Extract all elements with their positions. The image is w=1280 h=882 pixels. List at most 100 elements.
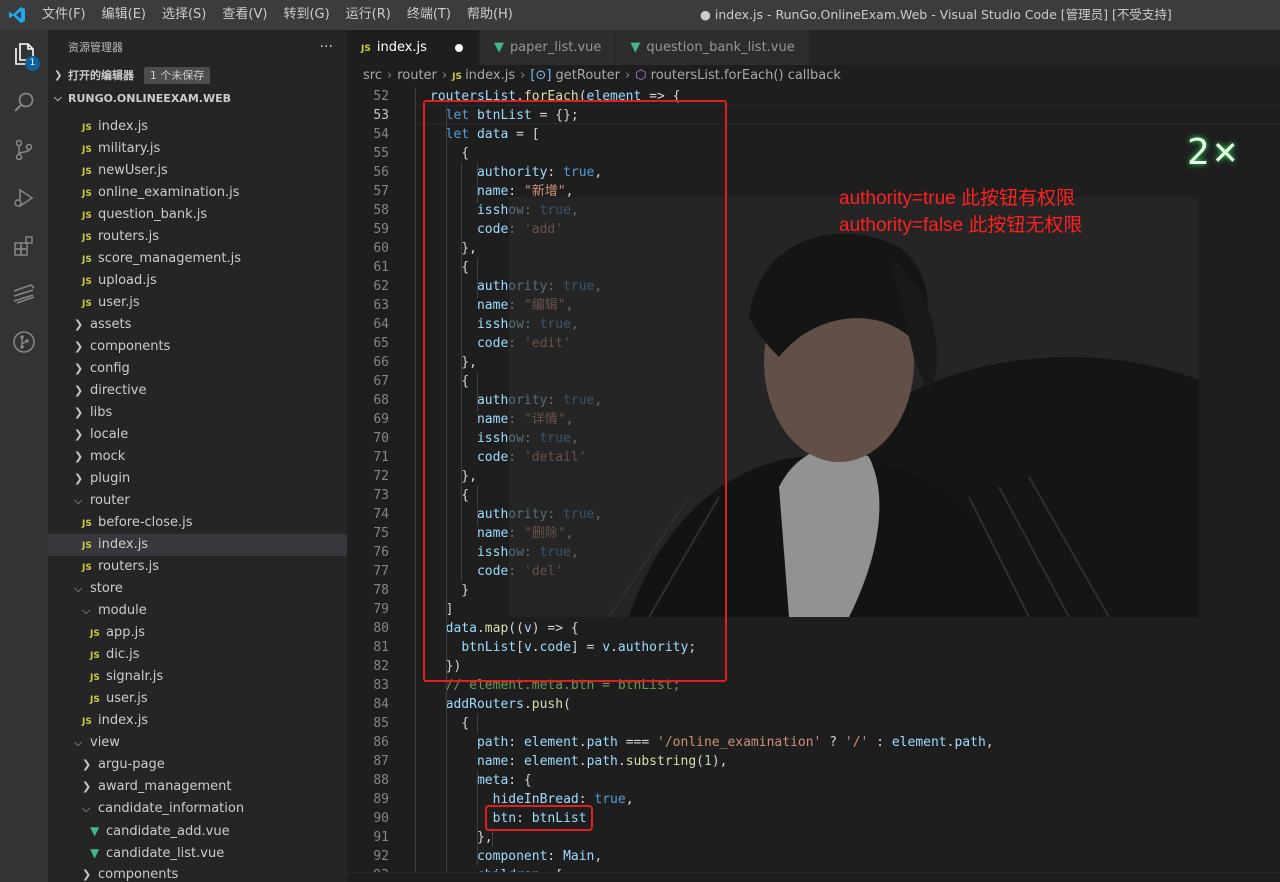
- chevron-right-icon: ›: [441, 68, 448, 83]
- tree-folder[interactable]: ⌵ candidate_information: [48, 798, 347, 820]
- tree-folder[interactable]: ❯ directive: [48, 380, 347, 402]
- indent-guide: [477, 771, 478, 866]
- breadcrumb-item[interactable]: router: [397, 68, 437, 83]
- js-file-icon: JS: [82, 277, 92, 287]
- line-number: 64: [373, 317, 389, 332]
- vue-file-icon: ▼: [630, 40, 641, 55]
- js-file-icon: JS: [82, 167, 92, 177]
- tree-file[interactable]: JS online_examination.js: [48, 182, 347, 204]
- js-file-icon: JS: [82, 717, 92, 727]
- chevron-right-icon: ›: [386, 68, 393, 83]
- tree-item-label: components: [90, 339, 171, 354]
- tree-folder[interactable]: ⌵ view: [48, 732, 347, 754]
- tree-folder[interactable]: ⌵ router: [48, 490, 347, 512]
- menu-item-7[interactable]: 帮助(H): [459, 0, 521, 30]
- tree-item-label: newUser.js: [98, 163, 168, 178]
- tree-item-label: award_management: [98, 779, 232, 794]
- tree-item-label: store: [90, 581, 123, 596]
- tree-folder[interactable]: ❯ config: [48, 358, 347, 380]
- remote-icon[interactable]: [0, 270, 48, 318]
- tree-folder[interactable]: ⌵ store: [48, 578, 347, 600]
- tree-file[interactable]: JS newUser.js: [48, 160, 347, 182]
- run-debug-icon[interactable]: [0, 174, 48, 222]
- source-control-icon[interactable]: [0, 126, 48, 174]
- menu-item-4[interactable]: 转到(G): [275, 0, 337, 30]
- tree-file[interactable]: JS before-close.js: [48, 512, 347, 534]
- tree-folder[interactable]: ⌵ module: [48, 600, 347, 622]
- tab-label: index.js: [376, 40, 427, 55]
- git-graph-icon[interactable]: [0, 318, 48, 366]
- tree-file[interactable]: JS signalr.js: [48, 666, 347, 688]
- menu-item-1[interactable]: 编辑(E): [94, 0, 154, 30]
- tree-file[interactable]: JS dic.js: [48, 644, 347, 666]
- tree-folder[interactable]: ❯ award_management: [48, 776, 347, 798]
- vue-file-icon: ▼: [90, 824, 100, 838]
- js-file-icon: JS: [82, 299, 92, 309]
- menu-item-6[interactable]: 终端(T): [399, 0, 459, 30]
- zoom-overlay: 2✕: [1187, 132, 1239, 173]
- tree-item-label: libs: [90, 405, 113, 420]
- breadcrumb-item[interactable]: src: [363, 68, 382, 83]
- more-actions-icon[interactable]: ···: [320, 30, 333, 65]
- breadcrumb-item[interactable]: routersList.forEach() callback: [651, 68, 841, 83]
- tree-item-label: routers.js: [98, 559, 159, 574]
- breadcrumb-item[interactable]: index.js: [465, 68, 515, 83]
- tree-file[interactable]: JS routers.js: [48, 556, 347, 578]
- tree-file[interactable]: JS app.js: [48, 622, 347, 644]
- menu-item-5[interactable]: 运行(R): [338, 0, 399, 30]
- tree-folder[interactable]: ❯ assets: [48, 314, 347, 336]
- tree-folder[interactable]: ❯ libs: [48, 402, 347, 424]
- tree-item-label: candidate_information: [98, 801, 245, 816]
- open-editors-section[interactable]: ❯ 打开的编辑器 1 个未保存: [48, 65, 347, 87]
- tree-folder[interactable]: ❯ components: [48, 336, 347, 358]
- tree-folder[interactable]: ❯ plugin: [48, 468, 347, 490]
- explorer-icon[interactable]: 1: [0, 30, 48, 78]
- horizontal-scrollbar[interactable]: [347, 872, 1280, 882]
- tab-1[interactable]: ▼ paper_list.vue: [479, 30, 617, 65]
- menu-item-2[interactable]: 选择(S): [154, 0, 214, 30]
- line-number: 69: [373, 412, 389, 427]
- js-file-icon: JS: [361, 44, 371, 54]
- tree-file[interactable]: JS routers.js: [48, 226, 347, 248]
- tree-item-label: question_bank.js: [98, 207, 208, 222]
- tree-file[interactable]: JS index.js: [48, 534, 347, 556]
- tree-file[interactable]: JS military.js: [48, 138, 347, 160]
- js-file-icon: JS: [82, 189, 92, 199]
- tree-folder[interactable]: ❯ mock: [48, 446, 347, 468]
- gutter-divider: [415, 87, 416, 882]
- workspace-label: RUNGO.ONLINEEXAM.WEB: [68, 92, 231, 105]
- tree-file[interactable]: ▼ candidate_list.vue: [48, 842, 347, 864]
- breadcrumb-item[interactable]: getRouter: [556, 68, 620, 83]
- tree-file[interactable]: JS index.js: [48, 116, 347, 138]
- tree-file[interactable]: JS upload.js: [48, 270, 347, 292]
- code-line: component: Main,: [476, 849, 603, 864]
- tree-file[interactable]: JS user.js: [48, 688, 347, 710]
- search-icon[interactable]: [0, 78, 48, 126]
- tree-file[interactable]: JS index.js: [48, 710, 347, 732]
- line-number: 67: [373, 374, 389, 389]
- menu-item-0[interactable]: 文件(F): [34, 0, 94, 30]
- js-file-icon: JS: [452, 72, 466, 82]
- unsaved-dot-icon[interactable]: [454, 43, 463, 52]
- tree-item-label: before-close.js: [98, 515, 193, 530]
- tree-file[interactable]: JS question_bank.js: [48, 204, 347, 226]
- tree-item-label: signalr.js: [106, 669, 164, 684]
- sidebar-header: 资源管理器 ···: [48, 30, 347, 65]
- tab-0[interactable]: JS index.js: [347, 30, 480, 65]
- tree-file[interactable]: JS score_management.js: [48, 248, 347, 270]
- tree-file[interactable]: ▼ candidate_add.vue: [48, 820, 347, 842]
- tree-folder[interactable]: ❯ components: [48, 864, 347, 882]
- js-file-icon: JS: [82, 233, 92, 243]
- js-file-icon: JS: [82, 145, 92, 155]
- tree-folder[interactable]: ❯ locale: [48, 424, 347, 446]
- chevron-down-icon: ⌵: [82, 802, 91, 815]
- extensions-icon[interactable]: [0, 222, 48, 270]
- tab-2[interactable]: ▼ question_bank_list.vue: [616, 30, 810, 65]
- menu-item-3[interactable]: 查看(V): [214, 0, 275, 30]
- tree-folder[interactable]: ❯ argu-page: [48, 754, 347, 776]
- tree-file[interactable]: JS user.js: [48, 292, 347, 314]
- js-file-icon: JS: [82, 541, 92, 551]
- line-number: 56: [373, 165, 389, 180]
- workspace-section[interactable]: ⌵ RUNGO.ONLINEEXAM.WEB: [48, 88, 347, 110]
- line-number: 58: [373, 203, 389, 218]
